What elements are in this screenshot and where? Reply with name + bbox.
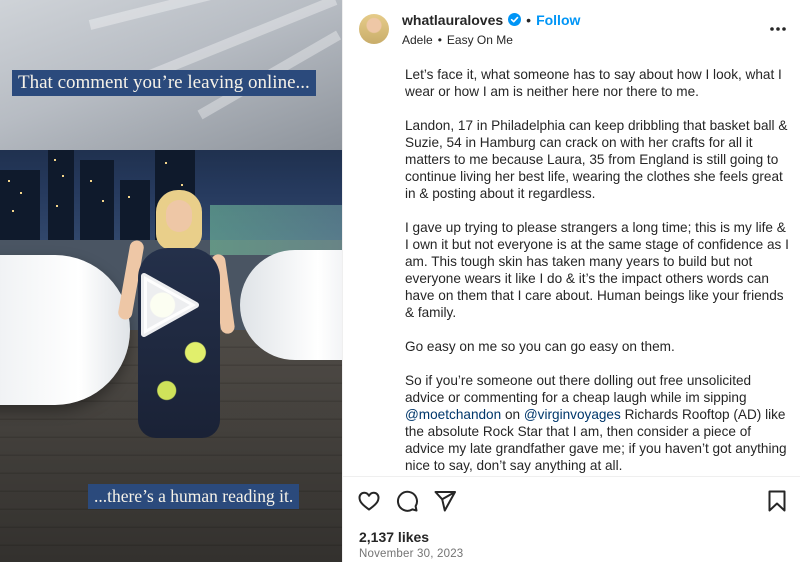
header-separator: • xyxy=(526,11,532,28)
header-text: whatlauraloves • Follow Adele • Easy On … xyxy=(402,12,580,47)
comment-icon[interactable] xyxy=(395,489,419,513)
more-options-icon[interactable] xyxy=(769,20,787,38)
verified-badge-icon xyxy=(508,13,522,26)
caption-paragraph: I gave up trying to please strangers a l… xyxy=(405,220,789,320)
caption-text: on xyxy=(501,407,524,422)
mention-link[interactable]: @moetchandon xyxy=(405,407,501,422)
post-date: November 30, 2023 xyxy=(359,548,464,560)
bar-counter-right xyxy=(240,250,342,360)
mention-link[interactable]: @virginvoyages xyxy=(524,407,621,422)
audio-info[interactable]: Adele • Easy On Me xyxy=(402,33,580,47)
heart-icon[interactable] xyxy=(357,489,381,513)
video-caption-bottom: ...there’s a human reading it. xyxy=(88,484,300,509)
audio-track: Easy On Me xyxy=(446,32,513,47)
audio-separator: • xyxy=(437,32,442,47)
likes-count[interactable]: 2,137 likes xyxy=(359,529,429,545)
action-bar: 2,137 likes November 30, 2023 xyxy=(343,476,800,562)
video-caption-top: That comment you’re leaving online... xyxy=(12,70,316,96)
follow-button[interactable]: Follow xyxy=(536,12,580,28)
share-icon[interactable] xyxy=(433,489,457,513)
play-icon[interactable] xyxy=(138,272,200,338)
bookmark-icon[interactable] xyxy=(765,489,789,513)
username[interactable]: whatlauraloves xyxy=(402,12,503,28)
caption-text: So if you’re someone out there dolling o… xyxy=(405,373,752,405)
caption-paragraph: Let’s face it, what someone has to say a… xyxy=(405,67,782,99)
post-caption: Let’s face it, what someone has to say a… xyxy=(405,66,791,476)
avatar[interactable] xyxy=(359,14,389,44)
caption-paragraph: So if you’re someone out there dolling o… xyxy=(405,372,791,474)
post-media[interactable]: That comment you’re leaving online... ..… xyxy=(0,0,342,562)
post-header: whatlauraloves • Follow Adele • Easy On … xyxy=(343,0,800,58)
caption-paragraph: Landon, 17 in Philadelphia can keep drib… xyxy=(405,118,788,201)
audio-artist: Adele xyxy=(402,32,433,47)
post-panel: whatlauraloves • Follow Adele • Easy On … xyxy=(342,0,800,562)
caption-paragraph: Go easy on me so you can go easy on them… xyxy=(405,339,675,354)
caption-scroll-area[interactable]: Let’s face it, what someone has to say a… xyxy=(343,58,800,476)
